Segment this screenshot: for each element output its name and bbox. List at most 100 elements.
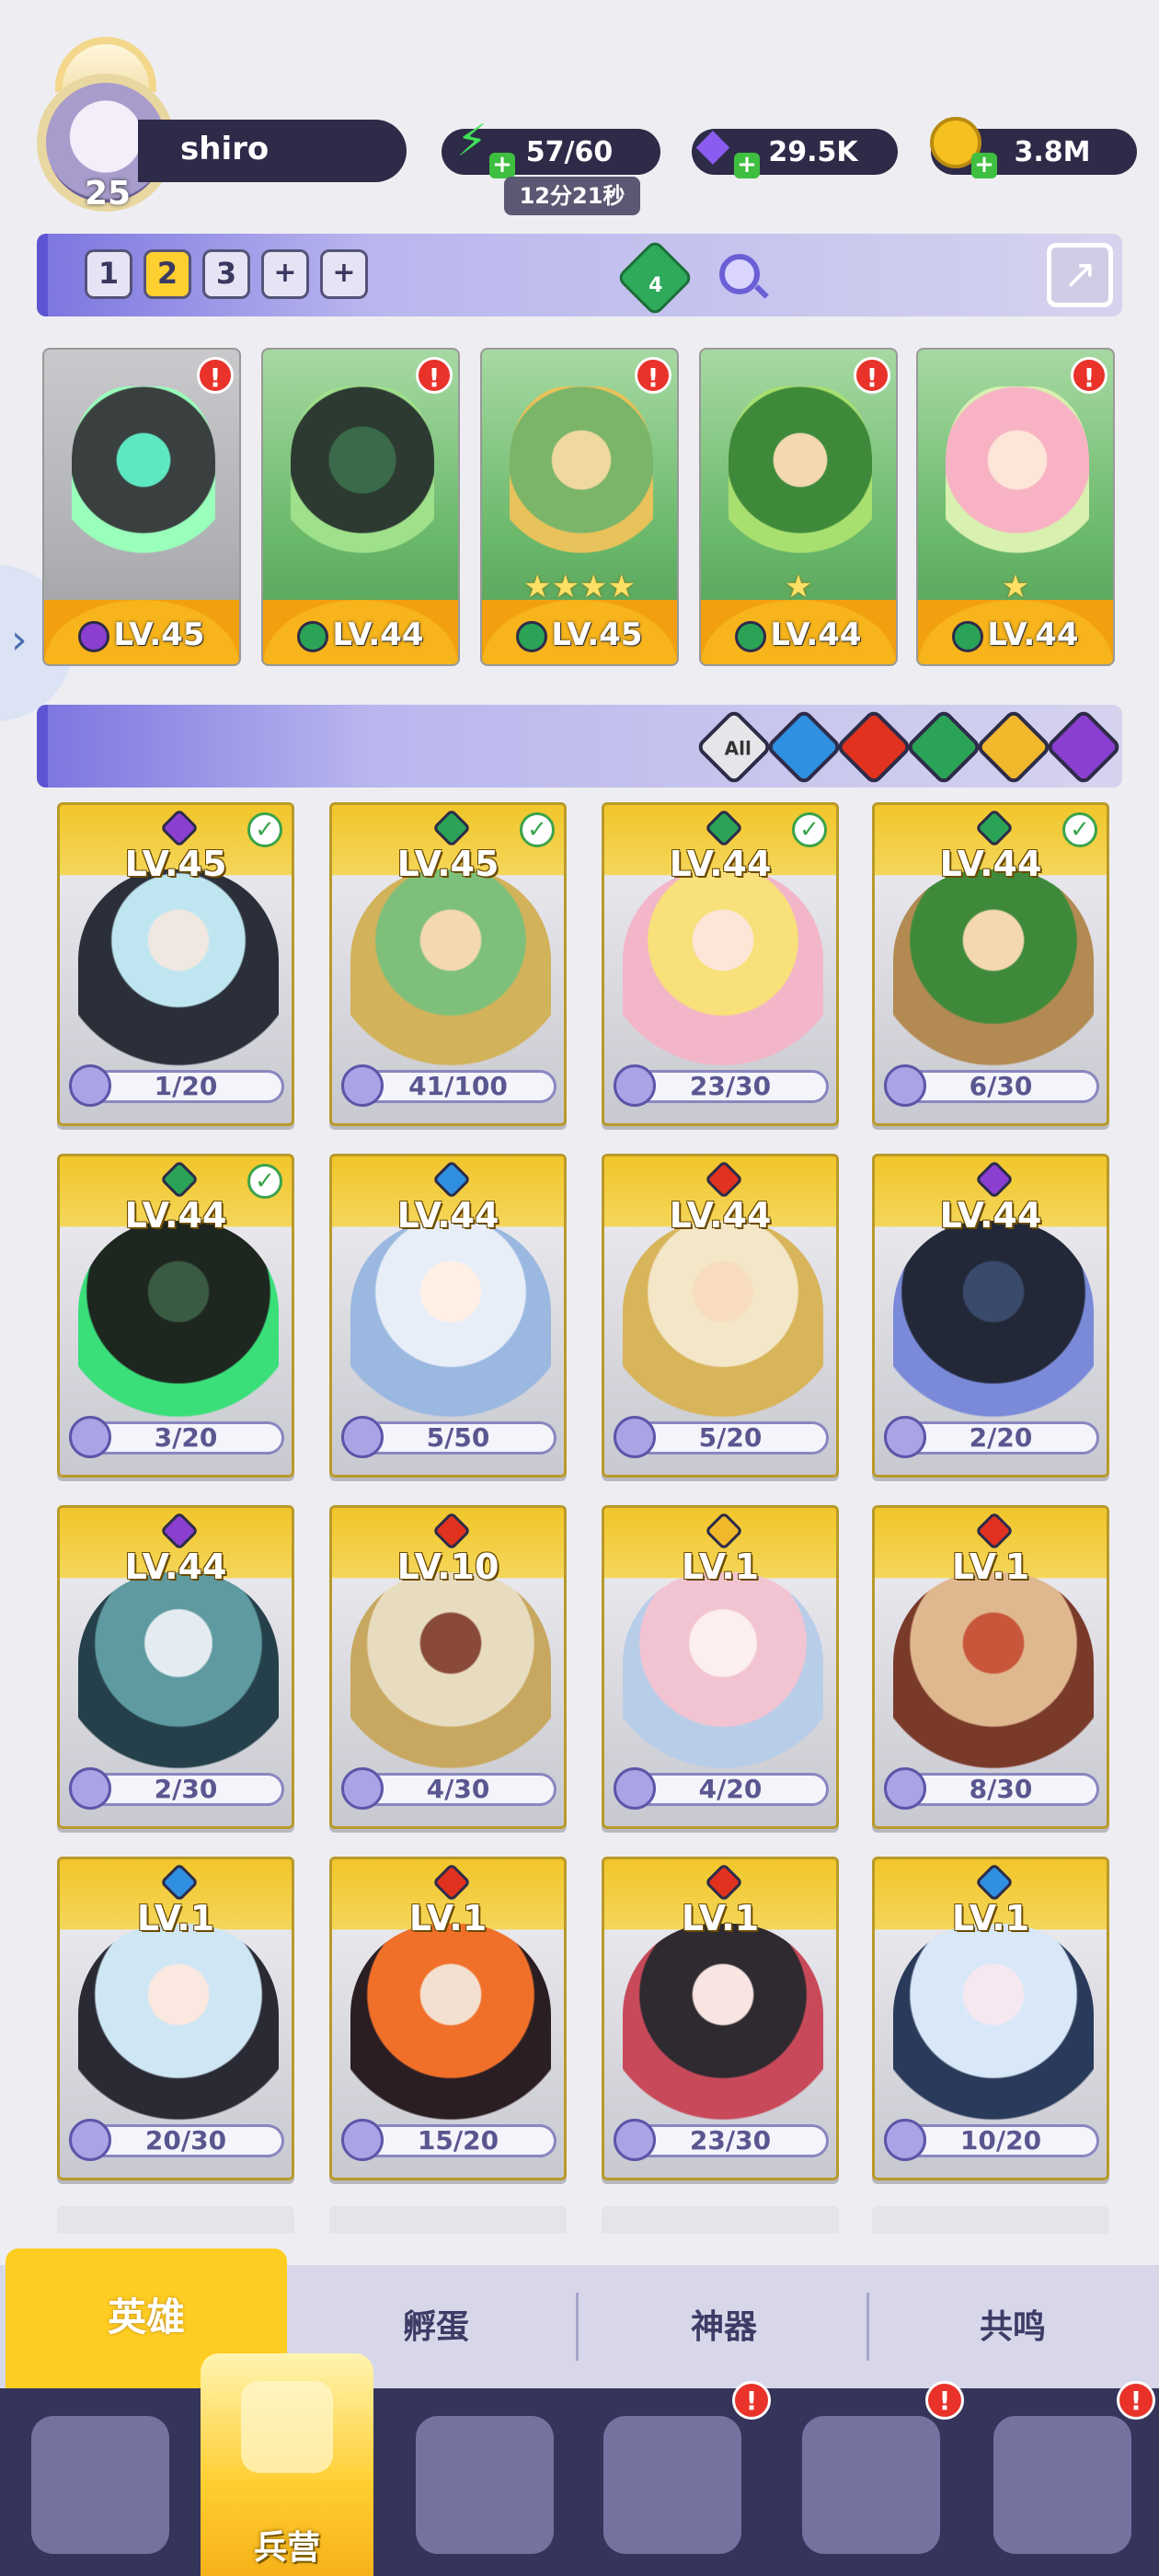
nature-element-icon bbox=[704, 808, 744, 848]
selected-check-icon: ✓ bbox=[247, 812, 282, 847]
hero-card-partial bbox=[329, 2206, 567, 2234]
shard-icon bbox=[614, 1064, 656, 1107]
nature-gem-icon: 4 bbox=[615, 238, 694, 317]
filter-dark-icon[interactable] bbox=[1044, 707, 1123, 787]
hero-card[interactable]: LV.44 5/50 bbox=[329, 1154, 567, 1478]
barracks-label: 兵营 bbox=[253, 2529, 320, 2567]
hero-card-partial bbox=[872, 2206, 1109, 2234]
team-tab-2[interactable]: 2 bbox=[143, 249, 191, 299]
shard-progress: 5/50 bbox=[360, 1421, 557, 1455]
shard-icon bbox=[884, 2119, 926, 2161]
team-hero-card[interactable]: ★ LV.44 ! bbox=[699, 348, 898, 666]
hero-portrait bbox=[946, 386, 1089, 570]
hero-card[interactable]: ✓ LV.45 1/20 bbox=[57, 802, 294, 1126]
cards-nav-icon[interactable] bbox=[31, 2416, 169, 2554]
team-hero-card[interactable]: ★ LV.44 ! bbox=[916, 348, 1115, 666]
hero-card[interactable]: LV.44 2/30 bbox=[57, 1505, 294, 1829]
hero-card[interactable]: LV.1 20/30 bbox=[57, 1857, 294, 2180]
team-hero-level: LV.44 bbox=[263, 616, 458, 653]
nature-element-icon bbox=[159, 1159, 200, 1200]
team-hero-level: LV.44 bbox=[701, 616, 896, 653]
energy-add-button[interactable]: + bbox=[489, 153, 515, 178]
team-tab-3[interactable]: 3 bbox=[202, 249, 250, 299]
hero-card[interactable]: LV.10 4/30 bbox=[329, 1505, 567, 1829]
leaf-icon bbox=[297, 620, 329, 652]
hero-portrait bbox=[729, 386, 872, 570]
fire-element-icon bbox=[704, 1159, 744, 1200]
alert-badge: ! bbox=[732, 2381, 771, 2420]
team-hero-card[interactable]: ★★★★ LV.45 ! bbox=[480, 348, 679, 666]
alert-badge: ! bbox=[416, 357, 453, 394]
hero-card-partial bbox=[602, 2206, 839, 2234]
hero-card[interactable]: ✓ LV.44 3/20 bbox=[57, 1154, 294, 1478]
hero-level: LV.44 bbox=[124, 1195, 227, 1236]
hero-card[interactable]: LV.44 5/20 bbox=[602, 1154, 839, 1478]
hero-level: LV.1 bbox=[408, 1898, 488, 1938]
filter-light-icon[interactable] bbox=[974, 707, 1053, 787]
hero-card[interactable]: LV.1 8/30 bbox=[872, 1505, 1109, 1829]
filter-fire-icon[interactable] bbox=[834, 707, 913, 787]
map-nav-icon[interactable] bbox=[416, 2416, 554, 2554]
shard-icon bbox=[341, 1767, 384, 1810]
tab-artifacts[interactable]: 神器 bbox=[580, 2291, 868, 2364]
mushroom-nav-icon[interactable] bbox=[802, 2416, 940, 2554]
alert-badge: ! bbox=[197, 357, 234, 394]
barracks-icon bbox=[241, 2381, 333, 2473]
hero-card[interactable]: ✓ LV.45 41/100 bbox=[329, 802, 567, 1126]
shard-icon bbox=[341, 2119, 384, 2161]
hero-card[interactable]: LV.44 2/20 bbox=[872, 1154, 1109, 1478]
shard-icon bbox=[69, 1767, 111, 1810]
hero-level: LV.44 bbox=[124, 1547, 227, 1587]
filter-nature-icon[interactable] bbox=[904, 707, 983, 787]
shard-icon bbox=[614, 1416, 656, 1458]
shard-icon bbox=[614, 2119, 656, 2161]
shard-progress: 15/20 bbox=[360, 2124, 557, 2157]
hero-level: LV.1 bbox=[951, 1898, 1030, 1938]
team-add-button[interactable]: + bbox=[261, 249, 309, 299]
alert-badge: ! bbox=[854, 357, 890, 394]
shard-icon bbox=[884, 1767, 926, 1810]
team-tab-1[interactable]: 1 bbox=[85, 249, 132, 299]
bottom-navigation: 兵营 ! ! ! bbox=[0, 2353, 1159, 2576]
share-button[interactable]: ↗ bbox=[1047, 243, 1113, 307]
shard-progress: 20/30 bbox=[87, 2124, 284, 2157]
team-hero-card[interactable]: LV.44 ! bbox=[261, 348, 460, 666]
hero-card[interactable]: LV.1 23/30 bbox=[602, 1857, 839, 2180]
light-element-icon bbox=[704, 1511, 744, 1551]
hero-card[interactable]: ✓ LV.44 6/30 bbox=[872, 802, 1109, 1126]
gems-add-button[interactable]: + bbox=[734, 153, 760, 178]
shard-progress: 2/20 bbox=[902, 1421, 1099, 1455]
tab-resonance[interactable]: 共鸣 bbox=[870, 2291, 1155, 2364]
team-add-button[interactable]: + bbox=[320, 249, 368, 299]
coins-add-button[interactable]: + bbox=[971, 153, 997, 178]
hero-card[interactable]: LV.1 4/20 bbox=[602, 1505, 839, 1829]
filter-all-button[interactable]: All bbox=[694, 707, 774, 787]
shard-progress: 2/30 bbox=[87, 1773, 284, 1806]
filter-water-icon[interactable] bbox=[764, 707, 843, 787]
shard-progress: 5/20 bbox=[632, 1421, 829, 1455]
team-hero-card[interactable]: LV.45 ! bbox=[42, 348, 241, 666]
barracks-nav-button[interactable]: 兵营 bbox=[201, 2353, 373, 2576]
alert-badge: ! bbox=[925, 2381, 964, 2420]
hero-card[interactable]: LV.1 15/20 bbox=[329, 1857, 567, 2180]
shard-progress: 8/30 bbox=[902, 1773, 1099, 1806]
team-hero-level: LV.44 bbox=[918, 616, 1113, 653]
leaf-icon bbox=[516, 620, 548, 652]
hero-card[interactable]: LV.1 10/20 bbox=[872, 1857, 1109, 2180]
hero-level: LV.1 bbox=[681, 1898, 760, 1938]
hero-card[interactable]: ✓ LV.44 23/30 bbox=[602, 802, 839, 1126]
shard-progress: 3/20 bbox=[87, 1421, 284, 1455]
water-element-icon bbox=[974, 1862, 1015, 1903]
shard-progress: 10/20 bbox=[902, 2124, 1099, 2157]
shard-progress: 1/20 bbox=[87, 1070, 284, 1103]
search-icon[interactable] bbox=[719, 254, 760, 294]
selected-check-icon: ✓ bbox=[247, 1164, 282, 1199]
hero-level: LV.44 bbox=[396, 1195, 499, 1236]
shard-progress: 23/30 bbox=[632, 1070, 829, 1103]
guild-nav-icon[interactable] bbox=[993, 2416, 1131, 2554]
shard-progress: 6/30 bbox=[902, 1070, 1099, 1103]
castle-nav-icon[interactable] bbox=[603, 2416, 741, 2554]
team-selector-bar: 1 2 3 + + 4 ↗ bbox=[37, 234, 1122, 317]
player-level: 25 bbox=[85, 175, 132, 213]
top-bar: 25 shiro 57/60 ⚡ + 12分21秒 29.5K ◆ + 3.8M… bbox=[0, 0, 1159, 230]
